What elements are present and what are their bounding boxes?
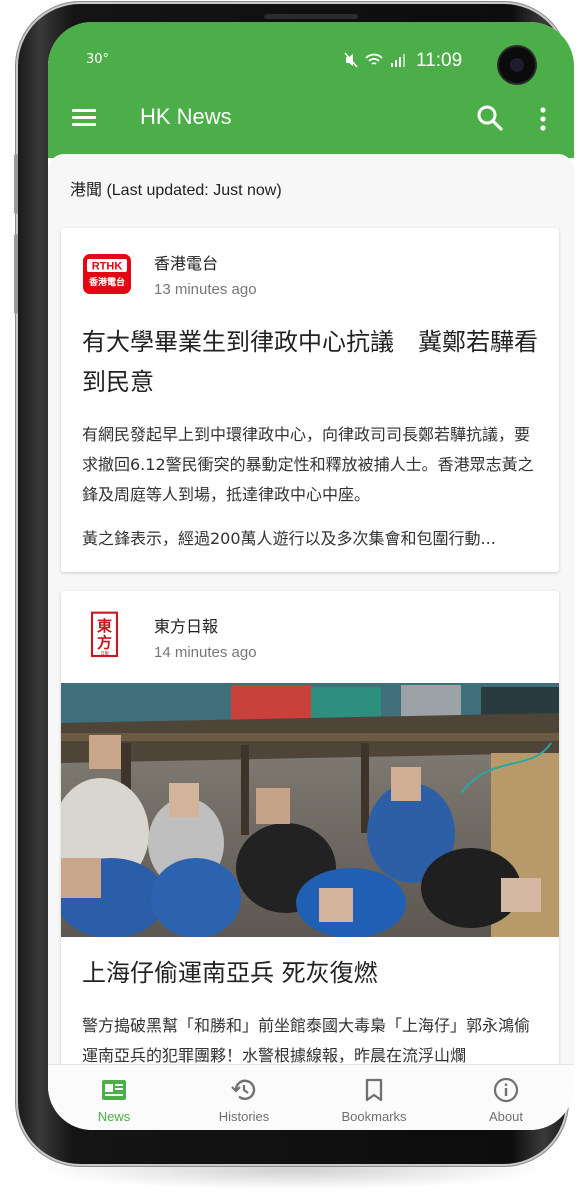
nav-label: News	[97, 1109, 131, 1124]
info-icon	[493, 1077, 519, 1103]
temperature-indicator: 30°	[86, 52, 110, 67]
rthk-logo: RTHK 香港電台	[83, 254, 131, 294]
nav-item-bookmarks[interactable]: Bookmarks	[324, 1065, 424, 1130]
svg-text:東: 東	[97, 617, 112, 635]
search-icon[interactable]	[476, 104, 504, 132]
news-card[interactable]: 東 方 日報 東方日報 14 minutes ago 上海仔偷運南亞兵 死灰復燃…	[61, 591, 559, 1064]
nav-label: Bookmarks	[341, 1109, 407, 1124]
nav-item-histories[interactable]: Histories	[194, 1065, 294, 1130]
news-card[interactable]: RTHK 香港電台 香港電台 13 minutes ago 有大學畢業生到律政中…	[61, 228, 559, 572]
article-paragraph: 黃之鋒表示，經過200萬人遊行以及多次集會和包圍行動...	[82, 529, 496, 548]
status-bar: 30° 11:09	[48, 22, 574, 102]
more-vert-icon[interactable]	[536, 106, 550, 132]
nav-item-about[interactable]: About	[456, 1065, 556, 1130]
article-headline[interactable]: 有大學畢業生到律政中心抗議 冀鄭若驊看到民意	[82, 322, 542, 402]
article-photo[interactable]	[61, 683, 559, 937]
article-paragraph: 有網民發起早上到中環律政中心，向律政司司長鄭若驊抗議，要求撤回6.12警民衝突的…	[82, 425, 534, 504]
earpiece-speaker	[264, 14, 358, 19]
mute-icon	[344, 52, 358, 67]
newspaper-icon	[102, 1080, 126, 1100]
front-camera	[499, 47, 535, 83]
section-header: 港聞 (Last updated: Just now)	[70, 182, 282, 199]
svg-text:日報: 日報	[100, 649, 109, 655]
phone-frame: 30° 11:09 HK News 港聞 (Last updated: Just…	[14, 4, 574, 1164]
nav-item-news[interactable]: News	[64, 1065, 164, 1130]
timestamp: 13 minutes ago	[154, 281, 257, 298]
volume-button	[14, 154, 18, 214]
svg-text:RTHK: RTHK	[92, 261, 123, 273]
article-headline[interactable]: 上海仔偷運南亞兵 死灰復燃	[82, 953, 542, 993]
bottom-navigation: News Histories Bookmarks About	[48, 1064, 574, 1130]
svg-text:方: 方	[97, 634, 112, 652]
clock: 11:09	[416, 50, 463, 71]
signal-icon	[390, 53, 405, 67]
status-icons	[344, 50, 406, 68]
nav-label: About	[489, 1109, 523, 1124]
article-paragraph: 警方搗破黑幫「和勝和」前坐館泰國大毒梟「上海仔」郭永鴻偷運南亞兵的犯罪團夥！水警…	[82, 1016, 531, 1064]
news-feed[interactable]: 港聞 (Last updated: Just now) RTHK 香港電台 香港…	[48, 154, 574, 1064]
bixby-button	[14, 234, 18, 314]
source-name: 香港電台	[154, 254, 219, 273]
svg-text:香港電台: 香港電台	[88, 276, 125, 288]
source-name: 東方日報	[154, 617, 219, 636]
app-bar: HK News	[48, 102, 574, 158]
menu-icon[interactable]	[72, 109, 96, 127]
app-title: HK News	[140, 104, 232, 129]
wifi-icon	[365, 53, 383, 65]
nav-label: Histories	[218, 1109, 270, 1124]
oriental-daily-logo: 東 方 日報	[90, 611, 119, 658]
history-icon	[231, 1079, 256, 1100]
screen: 30° 11:09 HK News 港聞 (Last updated: Just…	[48, 22, 574, 1130]
timestamp: 14 minutes ago	[154, 644, 257, 661]
bookmark-icon	[365, 1078, 383, 1102]
